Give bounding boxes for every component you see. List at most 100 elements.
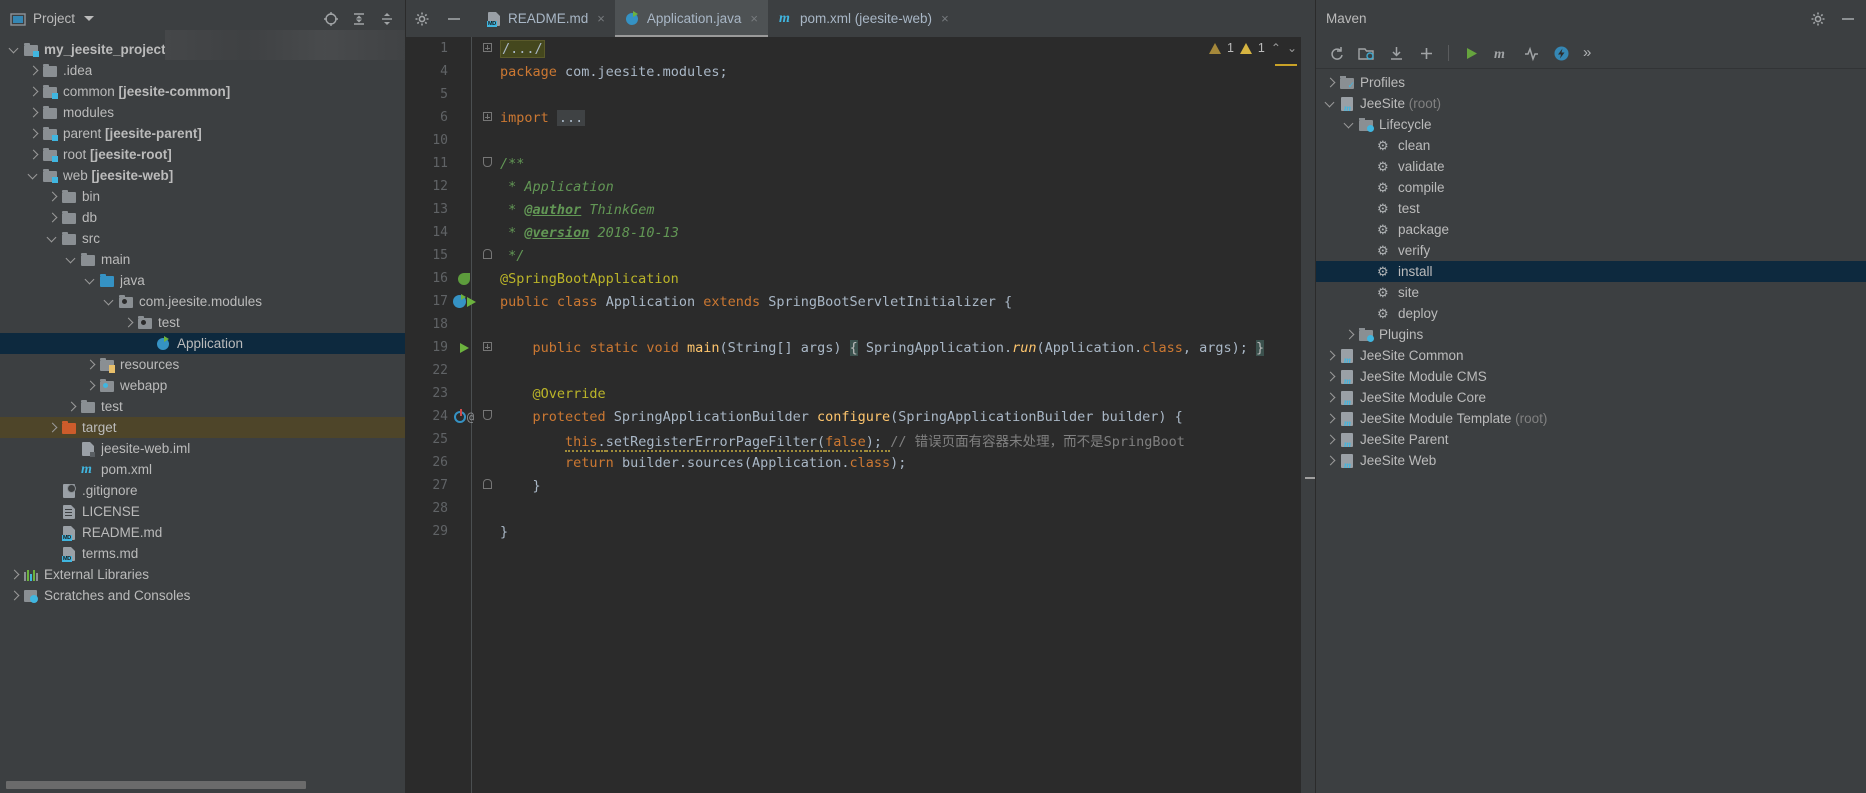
- code-line[interactable]: 19 public static void main(String[] args…: [406, 336, 1315, 359]
- editor-tab[interactable]: m pom.xml (jeesite-web) ×: [768, 0, 959, 37]
- code-line[interactable]: 18: [406, 313, 1315, 336]
- code-line[interactable]: 23 @Override: [406, 382, 1315, 405]
- code-line[interactable]: 27 }: [406, 474, 1315, 497]
- expand-all-icon[interactable]: [351, 11, 367, 27]
- code-line[interactable]: 10: [406, 129, 1315, 152]
- code-line[interactable]: 22: [406, 359, 1315, 382]
- locate-icon[interactable]: [323, 11, 339, 27]
- chevron-right-icon[interactable]: [1324, 433, 1337, 446]
- editor-tab[interactable]: Application.java ×: [614, 0, 769, 37]
- maven-tree-item[interactable]: ✓ Profiles: [1316, 72, 1866, 93]
- project-file-tree[interactable]: my_jeesite_project .idea common [jeesite-c…: [0, 37, 405, 777]
- project-tree-item[interactable]: db: [0, 207, 405, 228]
- fold-toggle[interactable]: [476, 341, 498, 354]
- project-tree-item[interactable]: bin: [0, 186, 405, 207]
- gutter-marker[interactable]: [452, 342, 476, 353]
- project-tree-item[interactable]: External Libraries: [0, 564, 405, 585]
- code-line[interactable]: 5: [406, 83, 1315, 106]
- maven-tree-item[interactable]: ⚙ deploy: [1316, 303, 1866, 324]
- project-tree-item[interactable]: main: [0, 249, 405, 270]
- chevron-right-icon[interactable]: [27, 85, 40, 98]
- close-icon[interactable]: ×: [750, 11, 758, 26]
- execute-maven-goal-icon[interactable]: m: [1493, 45, 1509, 62]
- code-line[interactable]: 17 public class Application extends Sprin…: [406, 290, 1315, 313]
- project-tree-item[interactable]: parent [jeesite-parent]: [0, 123, 405, 144]
- project-tree-item[interactable]: src: [0, 228, 405, 249]
- chevron-right-icon[interactable]: [65, 400, 78, 413]
- project-tree-item[interactable]: common [jeesite-common]: [0, 81, 405, 102]
- code-line[interactable]: 4 package com.jeesite.modules;: [406, 60, 1315, 83]
- add-icon[interactable]: [1418, 45, 1434, 61]
- project-tree-item[interactable]: target: [0, 417, 405, 438]
- maven-tree-item[interactable]: ⚙ package: [1316, 219, 1866, 240]
- chevron-down-icon[interactable]: [84, 16, 95, 21]
- chevron-right-icon[interactable]: [27, 106, 40, 119]
- code-line[interactable]: 12 * Application: [406, 175, 1315, 198]
- gutter-marker[interactable]: @: [452, 408, 476, 424]
- project-tree-item[interactable]: test: [0, 396, 405, 417]
- maven-tree-item[interactable]: ⚙ site: [1316, 282, 1866, 303]
- chevron-down-icon[interactable]: [65, 253, 78, 266]
- download-sources-icon[interactable]: [1388, 45, 1404, 61]
- fold-toggle[interactable]: [476, 111, 498, 124]
- close-icon[interactable]: ×: [941, 11, 949, 26]
- chevron-up-icon[interactable]: ⌃: [1271, 41, 1281, 55]
- maven-tree-item[interactable]: Plugins: [1316, 324, 1866, 345]
- code-line[interactable]: 1 /.../: [406, 37, 1315, 60]
- project-tree-item[interactable]: Application: [0, 333, 405, 354]
- project-tree-item[interactable]: com.jeesite.modules: [0, 291, 405, 312]
- project-hscrollbar-thumb[interactable]: [6, 781, 306, 789]
- project-tree-item[interactable]: webapp: [0, 375, 405, 396]
- project-tree-item[interactable]: modules: [0, 102, 405, 123]
- code-scroll-area[interactable]: 1 /.../ 4 package com.jeesite.modules; 5 6 imp…: [406, 37, 1315, 793]
- gutter-marker[interactable]: [452, 272, 476, 285]
- chevron-right-icon[interactable]: [84, 358, 97, 371]
- maven-tree-item[interactable]: ⚙ install: [1316, 261, 1866, 282]
- settings-gear-icon[interactable]: [1810, 11, 1826, 27]
- project-tree-item[interactable]: .idea: [0, 60, 405, 81]
- chevron-right-icon[interactable]: [27, 127, 40, 140]
- chevron-right-icon[interactable]: [8, 589, 21, 602]
- code-line[interactable]: 28: [406, 497, 1315, 520]
- gutter-marker[interactable]: [452, 294, 476, 308]
- run-icon[interactable]: [1463, 45, 1479, 61]
- toggle-offline-icon[interactable]: [1553, 45, 1569, 61]
- project-hscrollbar-area[interactable]: [0, 777, 405, 793]
- chevron-right-icon[interactable]: [1324, 391, 1337, 404]
- chevron-down-icon[interactable]: [8, 43, 21, 56]
- maven-tree-item[interactable]: JeeSite Module CMS: [1316, 366, 1866, 387]
- project-tree-item[interactable]: web [jeesite-web]: [0, 165, 405, 186]
- chevron-down-icon[interactable]: [1324, 97, 1337, 110]
- project-tree-item[interactable]: MD terms.md: [0, 543, 405, 564]
- project-tree-item[interactable]: jeesite-web.iml: [0, 438, 405, 459]
- settings-gear-icon[interactable]: [414, 11, 430, 27]
- project-tree-item[interactable]: java: [0, 270, 405, 291]
- project-tree-item[interactable]: root [jeesite-root]: [0, 144, 405, 165]
- chevron-right-icon[interactable]: [1324, 349, 1337, 362]
- chevron-right-icon[interactable]: [46, 211, 59, 224]
- project-tree-item[interactable]: m pom.xml: [0, 459, 405, 480]
- maven-tree-item[interactable]: ⚙ verify: [1316, 240, 1866, 261]
- fold-toggle[interactable]: [476, 410, 498, 423]
- more-icon[interactable]: »: [1583, 44, 1591, 61]
- editor-tab[interactable]: MD README.md ×: [476, 0, 615, 37]
- maven-projects-tree[interactable]: ✓ Profiles JeeSite (root) Lifecycle ⚙ clean ⚙ v…: [1316, 69, 1866, 793]
- fold-toggle[interactable]: [476, 157, 498, 170]
- code-line[interactable]: 6 import ...: [406, 106, 1315, 129]
- close-icon[interactable]: ×: [597, 11, 605, 26]
- chevron-down-icon[interactable]: [27, 169, 40, 182]
- minimize-icon[interactable]: [446, 11, 462, 27]
- code-line[interactable]: 26 return builder.sources(Application.cl…: [406, 451, 1315, 474]
- project-tree-item[interactable]: test: [0, 312, 405, 333]
- code-line[interactable]: 24 @ protected SpringApplicationBuilder c…: [406, 405, 1315, 428]
- toggle-skip-tests-icon[interactable]: [1523, 45, 1539, 61]
- project-tree-item[interactable]: resources: [0, 354, 405, 375]
- project-tree-item[interactable]: LICENSE: [0, 501, 405, 522]
- code-line[interactable]: 14 * @version 2018-10-13: [406, 221, 1315, 244]
- chevron-right-icon[interactable]: [122, 316, 135, 329]
- maven-tree-item[interactable]: ⚙ test: [1316, 198, 1866, 219]
- project-tree-item[interactable]: .gitignore: [0, 480, 405, 501]
- generate-sources-icon[interactable]: [1358, 45, 1374, 61]
- chevron-right-icon[interactable]: [1343, 328, 1356, 341]
- code-line[interactable]: 16 @SpringBootApplication: [406, 267, 1315, 290]
